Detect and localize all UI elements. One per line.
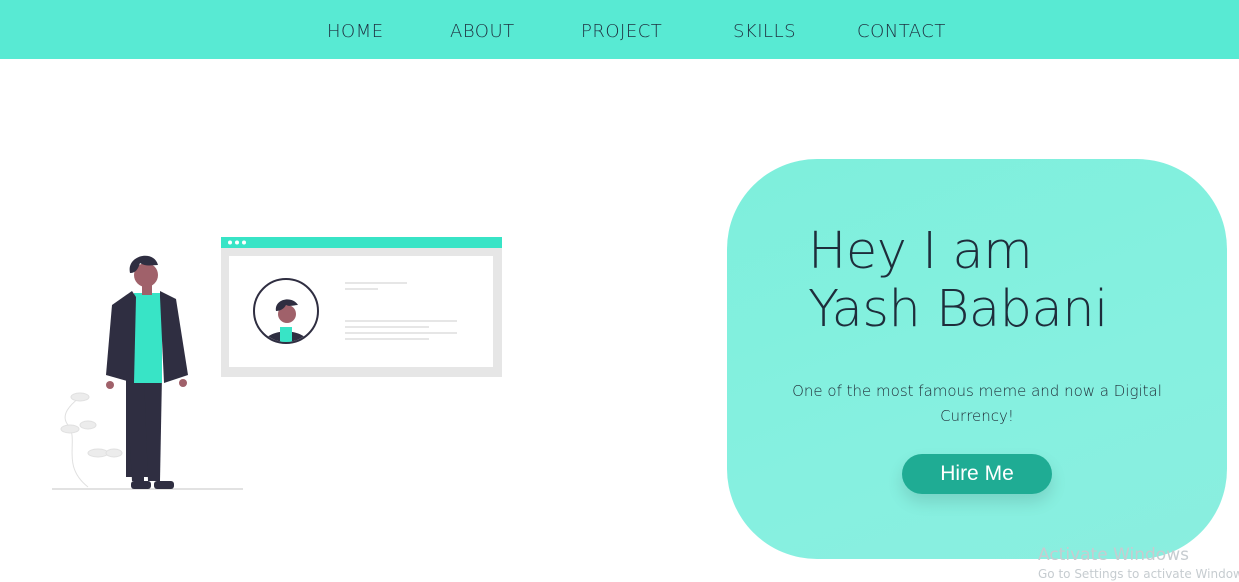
top-navbar: HOME ABOUT PROJECT SKILLS CONTACT: [0, 0, 1239, 59]
activate-windows-watermark: Activate Windows Go to Settings to activ…: [1038, 544, 1239, 582]
hero-description: One of the most famous meme and now a Di…: [792, 382, 1162, 425]
hero-title-line2: Yash Babani: [808, 280, 1108, 339]
avatar-icon: [253, 278, 319, 344]
nav-link-contact[interactable]: CONTACT: [857, 20, 946, 44]
watermark-title: Activate Windows: [1038, 545, 1189, 565]
nav-link-about[interactable]: ABOUT: [450, 20, 515, 44]
hero-title-line1: Hey I am: [808, 222, 1033, 281]
watermark-subtitle: Go to Settings to activate Windows.: [1038, 567, 1239, 581]
hire-me-button[interactable]: Hire Me: [902, 454, 1052, 494]
plant-icon: [60, 392, 123, 488]
hero-card: Hey I am Yash Babani One of the most fam…: [727, 159, 1227, 559]
nav-link-home[interactable]: HOME: [327, 20, 384, 44]
browser-window-icon: [221, 237, 502, 377]
hero-title: Hey I am Yash Babani: [808, 223, 1108, 339]
nav-link-project[interactable]: PROJECT: [581, 20, 662, 44]
nav-link-skills[interactable]: SKILLS: [733, 20, 796, 44]
person-profile-illustration: [40, 225, 520, 500]
